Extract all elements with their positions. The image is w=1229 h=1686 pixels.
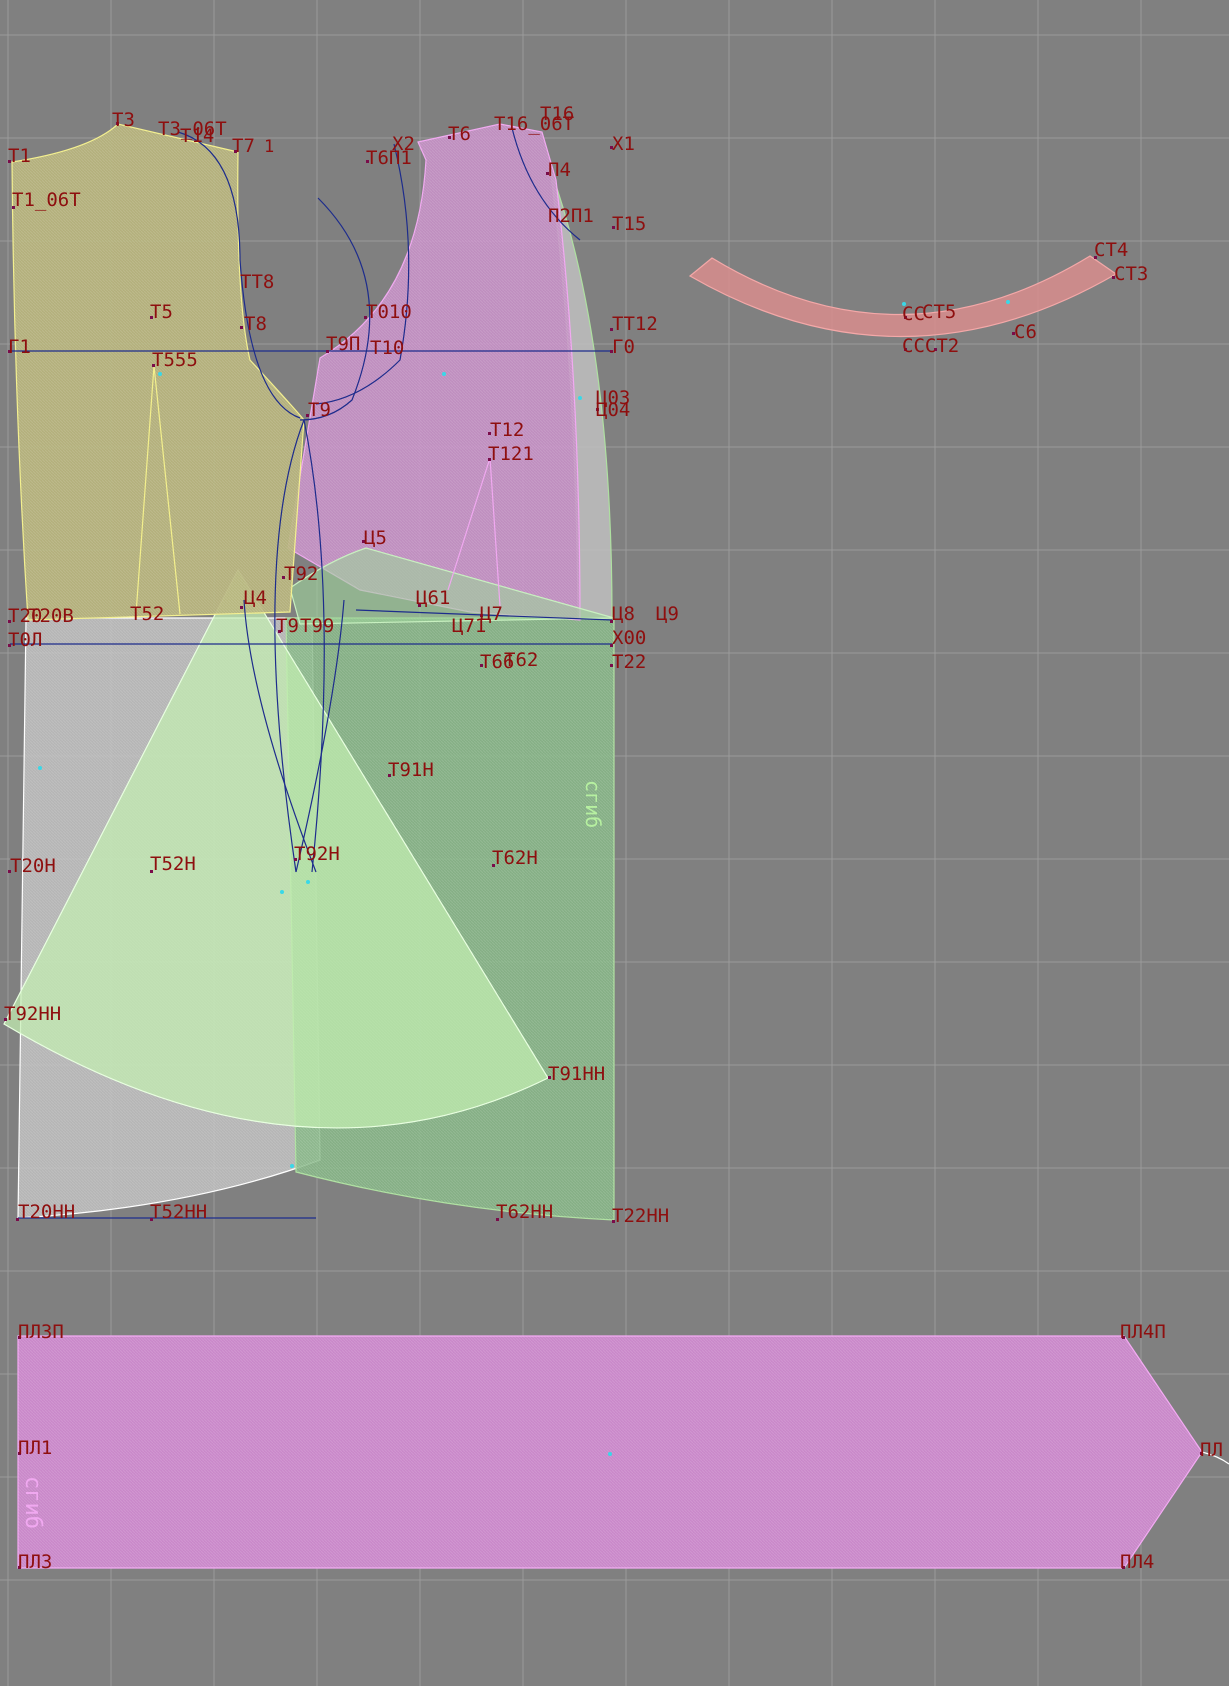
label-CT3: СТ3 [1114,263,1148,285]
label-P4: П4 [548,159,571,181]
label-PL4: ПЛ4 [1120,1551,1154,1573]
label-T71: 1 [264,137,274,157]
label-TS5: Ц5 [364,527,387,549]
label-T52H: Т52Н [150,853,196,875]
label-CT4: СТ4 [1094,239,1128,261]
label-T20HH: Т20НН [18,1201,75,1223]
label-T92H: Т92Н [294,843,340,865]
label-T7: Т7 [232,135,255,157]
label-T22: Т22 [612,651,646,673]
label-T99: Т99 [300,615,334,637]
label-X1: Х1 [612,133,635,155]
label-T62H: Т62Н [492,847,538,869]
label-T14: Т14 [180,125,214,147]
label-TT8: ТТ8 [240,271,274,293]
label-T6: Т6 [448,123,471,145]
label-T16-06T: Т16_06Т [494,113,574,135]
label-T91HH: Т91НН [548,1063,605,1085]
label-TT12: ТТ12 [612,313,658,335]
label-T91H: Т91Н [388,759,434,781]
label-TS9: Ц9 [656,603,679,625]
label-TS8: Ц8 [612,603,635,625]
label-CCT5: СТ5 [922,301,956,323]
label-T121: Т121 [488,443,534,465]
label-G1: Г1 [8,336,31,358]
label-TS4b: Ц4 [244,587,267,609]
label-T3: Т3 [112,109,135,131]
label-T22HH: Т22НН [612,1205,669,1227]
label-TS4: Ц04 [596,399,630,421]
label-C6: С6 [1014,321,1037,343]
label-T6P1: Т6П1 [366,147,412,169]
label-T555: Т555 [152,349,198,371]
label-T20H: Т20Н [10,855,56,877]
label-P2P1: П2П1 [548,205,594,227]
label-G0: Г0 [612,336,635,358]
label-T1: Т1 [8,145,31,167]
label-T62: Т62 [504,649,538,671]
label-T52: Т52 [130,603,164,625]
label-T52HH: Т52НН [150,1201,207,1223]
label-T8: Т8 [244,313,267,335]
skirt-fold-label: сгиб [581,780,605,828]
label-T12: Т12 [490,419,524,441]
label-T9P: Т9П [326,333,360,355]
label-T92: Т92 [284,563,318,585]
band-fold-label: сгиб [20,1476,45,1529]
label-T20V: Т20В [28,605,74,627]
label-T010: Т010 [366,301,412,323]
label-T10: Т10 [370,337,404,359]
label-T9: Т9 [308,399,331,421]
label-T1-06T: Т1_06Т [12,189,81,211]
label-T0L: Т0Л [8,629,42,651]
label-T92HH: Т92НН [4,1003,61,1025]
label-TS71: Ц71 [452,615,486,637]
label-PL3P: ПЛ3П [18,1321,64,1343]
label-T62HH: Т62НН [496,1201,553,1223]
label-PL: ПЛ [1200,1439,1223,1461]
bodice-front-hatch [288,124,580,620]
label-T91: Т9 [276,615,299,637]
label-CCT2: СССТ2 [902,335,959,357]
label-PL3: ПЛ3 [18,1551,52,1573]
label-PL1: ПЛ1 [18,1437,52,1459]
pattern-canvas[interactable]: Т3 Т3_06Т Т1 Т14 Т7 1 Т1_06Т ТТ8 Т5 Т8 Г… [0,0,1229,1686]
label-T15: Т15 [612,213,646,235]
label-TS61: Ц61 [416,587,450,609]
label-PL4P: ПЛ4П [1120,1321,1166,1343]
label-X00: Х00 [612,627,646,649]
label-T5: Т5 [150,301,173,323]
